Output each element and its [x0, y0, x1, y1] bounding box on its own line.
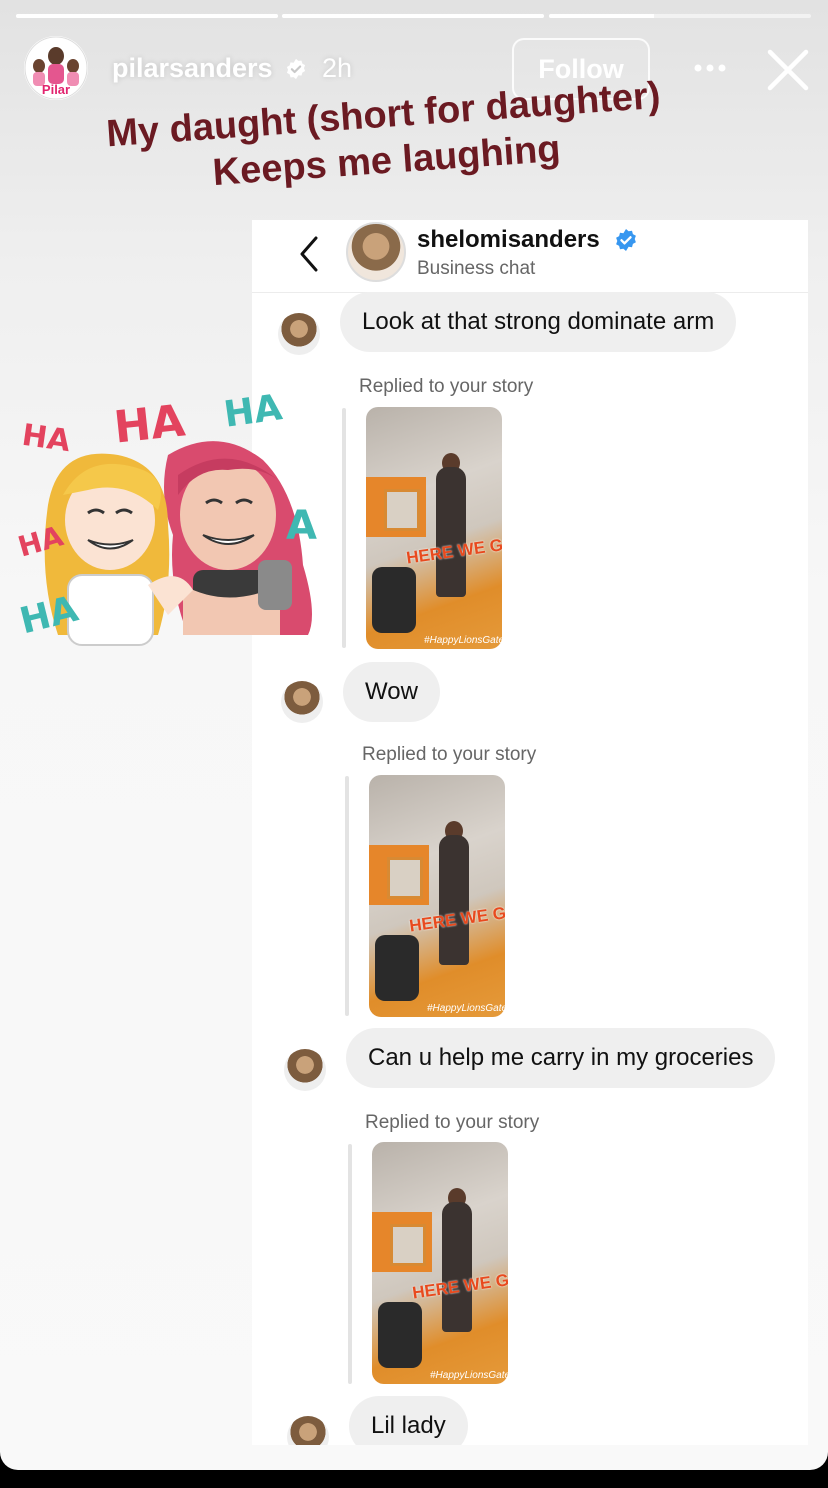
chat-avatar: [346, 222, 406, 282]
replied-label: Replied to your story: [365, 1112, 540, 1133]
close-icon[interactable]: [764, 46, 812, 94]
bottom-bar: [0, 1470, 828, 1488]
reply-quote-bar: [342, 408, 346, 648]
story-thumbnail: HERE WE GO #HappyLionsGate: [372, 1142, 508, 1384]
message-avatar: [284, 1049, 326, 1091]
replied-label: Replied to your story: [362, 744, 537, 765]
back-arrow-icon: [300, 236, 318, 272]
chat-header: shelomisanders Business chat: [252, 220, 808, 293]
profile-avatar[interactable]: Pilar: [24, 36, 88, 100]
progress-bar-2: [282, 14, 544, 18]
sticker-text: A: [286, 503, 317, 549]
replied-label: Replied to your story: [359, 376, 534, 397]
laughing-sticker: HA HA HA HA A HA: [14, 385, 338, 665]
message-bubble: Lil lady: [349, 1396, 468, 1445]
message-avatar: [278, 313, 320, 355]
avatar-logo-text: Pilar: [42, 82, 70, 97]
thumbnail-hashtag: #HappyLionsGate: [424, 635, 502, 646]
story-username[interactable]: pilarsanders: [112, 53, 273, 84]
reply-quote-bar: [345, 776, 349, 1016]
sticker-text: HA: [221, 387, 285, 436]
verified-badge-icon: [286, 58, 306, 80]
thumbnail-hashtag: #HappyLionsGate: [427, 1003, 505, 1014]
verified-badge-icon: [616, 229, 636, 251]
progress-bar-1: [16, 14, 278, 18]
message-avatar: [281, 681, 323, 723]
message-bubble: Wow: [343, 662, 440, 722]
thumbnail-hashtag: #HappyLionsGate: [430, 1370, 508, 1381]
story-caption: My daught (short for daughter) Keeps me …: [58, 69, 713, 206]
chat-subtitle: Business chat: [417, 258, 536, 279]
story-thumbnail: HERE WE GO #HappyLionsGate: [369, 775, 505, 1017]
reply-quote-bar: [348, 1144, 352, 1384]
message-bubble: Look at that strong dominate arm: [340, 292, 737, 352]
story-viewer[interactable]: Pilar pilarsanders 2h Follow My daught (…: [0, 0, 828, 1470]
progress-bar-3: [549, 14, 811, 18]
story-time: 2h: [322, 53, 353, 83]
chat-username: shelomisanders: [417, 226, 600, 253]
message-bubble: Can u help me carry in my groceries: [346, 1028, 776, 1088]
sticker-text: HA: [19, 417, 73, 460]
message-avatar: [287, 1416, 329, 1445]
sticker-text: HA: [111, 395, 188, 454]
story-thumbnail: HERE WE GO #HappyLionsGate: [366, 407, 502, 649]
